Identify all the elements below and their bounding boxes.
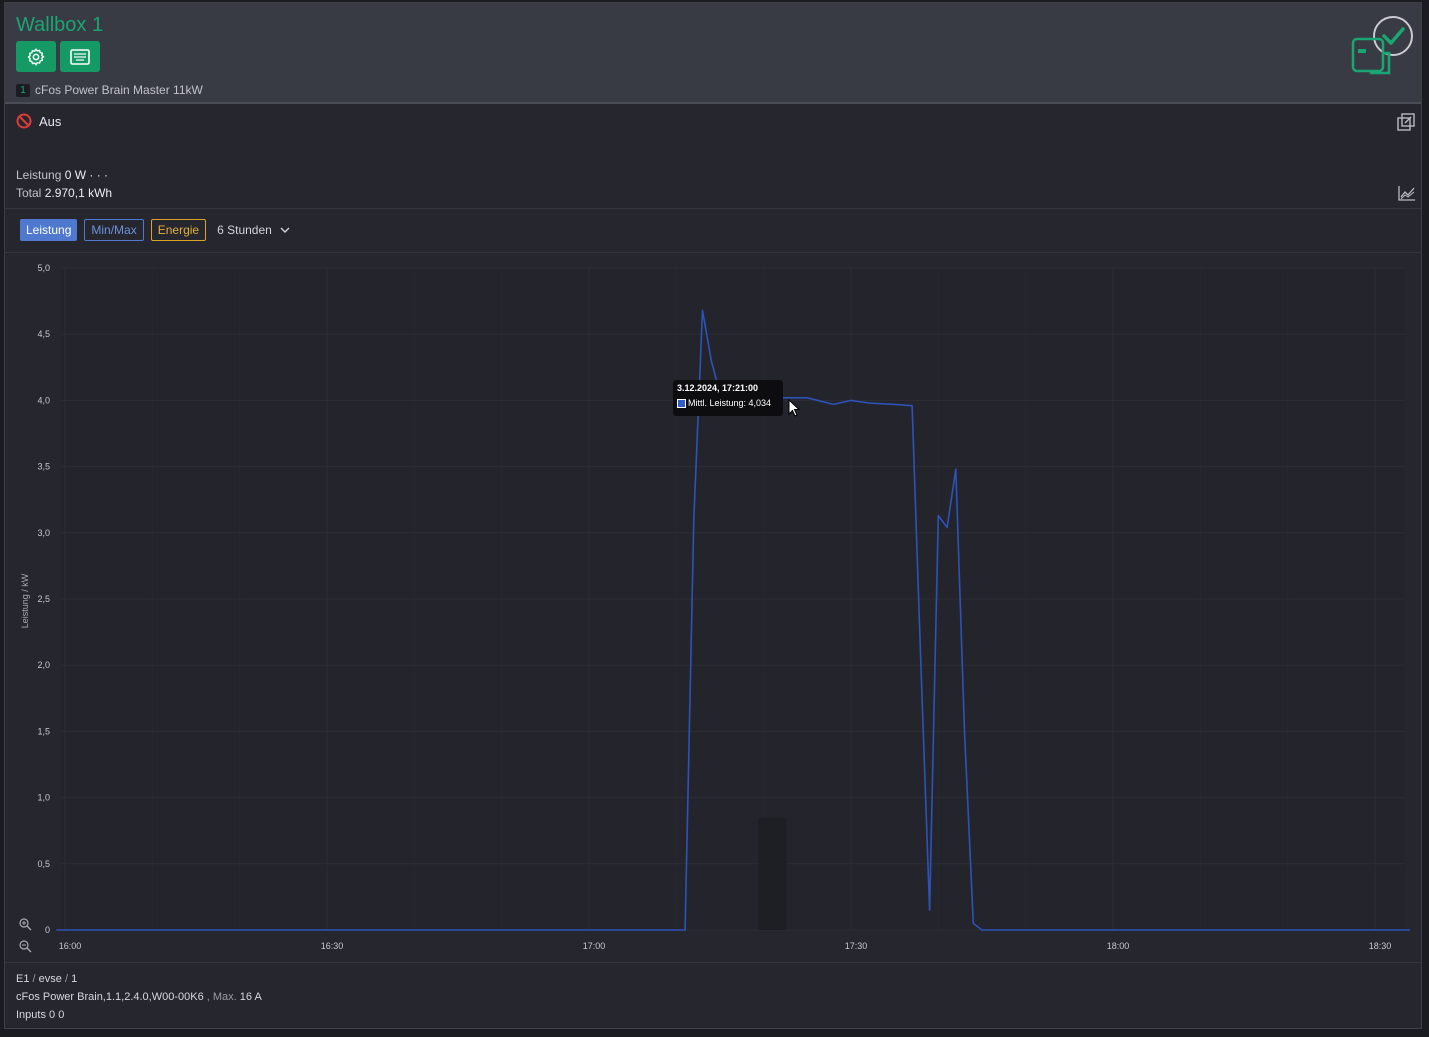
- tooltip-value: Mittl. Leistung: 4,034: [688, 398, 772, 408]
- x-tick-label: 17:00: [583, 941, 606, 951]
- charging-status: Aus: [16, 113, 61, 129]
- x-tick-label: 18:00: [1107, 941, 1130, 951]
- power-info: Leistung 0 W · · ·: [16, 168, 108, 182]
- wallbox-title[interactable]: Wallbox 1: [16, 14, 103, 37]
- device-info: cFos Power Brain,1.1,2.4.0,W00-00K6: [16, 991, 204, 1003]
- divider: [5, 962, 1421, 963]
- y-tick-label: 1,0: [37, 793, 50, 803]
- chart-toggle-icon[interactable]: [1398, 185, 1416, 201]
- zoom-in-icon[interactable]: [19, 918, 32, 931]
- max-label: , Max.: [206, 991, 237, 1003]
- hover-band: [758, 817, 787, 930]
- device-path: E1 / evse / 1: [16, 973, 78, 985]
- display-button[interactable]: [60, 41, 100, 72]
- y-tick-label: 0,5: [37, 859, 50, 869]
- x-tick-label: 18:30: [1369, 941, 1392, 951]
- wallbox-header: Wallbox 1 1 cFos Power Brain Master 11kW: [5, 3, 1421, 104]
- chart-tabs: Leistung Min/Max Energie 6 Stunden: [20, 219, 290, 241]
- zoom-out-icon[interactable]: [19, 940, 32, 953]
- inputs-value: 0 0: [49, 1009, 65, 1021]
- path-e1[interactable]: E1: [16, 973, 29, 985]
- tab-energie[interactable]: Energie: [150, 219, 207, 241]
- mouse-cursor-icon: [788, 399, 800, 417]
- total-label: Total: [16, 186, 42, 200]
- tab-minmax[interactable]: Min/Max: [84, 219, 144, 241]
- y-tick-label: 2,0: [37, 660, 50, 670]
- x-tick-label: 16:00: [59, 941, 82, 951]
- divider: [5, 252, 1421, 253]
- device-line: 1 cFos Power Brain Master 11kW: [16, 83, 203, 97]
- tab-leistung[interactable]: Leistung: [20, 219, 78, 241]
- time-range-value: 6 Stunden: [217, 223, 272, 237]
- y-tick-label: 2,5: [37, 594, 50, 604]
- device-details: cFos Power Brain,1.1,2.4.0,W00-00K6 , Ma…: [16, 991, 262, 1003]
- y-tick-label: 3,5: [37, 462, 50, 472]
- y-tick-label: 1,5: [37, 726, 50, 736]
- gear-icon: [27, 47, 45, 66]
- inputs-label: Inputs: [16, 1009, 46, 1021]
- y-tick-label: 4,0: [37, 395, 50, 405]
- wallbox-charging-icon: [1351, 16, 1413, 75]
- path-evse[interactable]: evse: [39, 973, 62, 985]
- total-info: Total 2.970,1 kWh: [16, 186, 112, 200]
- y-tick-label: 4,5: [37, 329, 50, 339]
- power-chart-svg[interactable]: 5,0 4,5 4,0 3,5 3,0 2,5 2,0 1,5 1,0 0,5 0 16:00 16:…: [5, 255, 1421, 963]
- keyboard-icon: [70, 48, 90, 65]
- total-value: 2.970,1 kWh: [44, 186, 113, 200]
- path-num[interactable]: 1: [71, 973, 77, 985]
- tooltip-date: 3.12.2024, 17:21:00: [677, 383, 759, 393]
- chart-tooltip: 3.12.2024, 17:21:00 Mittl. Leistung: 4,0…: [673, 380, 783, 416]
- x-tick-label: 17:30: [845, 941, 868, 951]
- device-number-badge: 1: [16, 83, 30, 97]
- inputs-info: Inputs 0 0: [16, 1009, 64, 1021]
- y-axis-label: Leistung / kW: [20, 573, 30, 628]
- tooltip-swatch: [677, 398, 686, 408]
- power-label: Leistung: [16, 168, 62, 182]
- settings-button[interactable]: [16, 41, 56, 72]
- power-chart[interactable]: 5,0 4,5 4,0 3,5 3,0 2,5 2,0 1,5 1,0 0,5 0 16:00 16:…: [5, 255, 1421, 963]
- wallbox-panel: Wallbox 1 1 cFos Power Brain Master 11kW: [4, 2, 1422, 1029]
- popout-icon[interactable]: [1396, 112, 1416, 132]
- max-value: 16 A: [239, 991, 262, 1003]
- x-tick-label: 16:30: [321, 941, 344, 951]
- y-tick-label: 5,0: [37, 263, 50, 273]
- power-value: 0 W · · ·: [64, 168, 109, 182]
- y-tick-label: 3,0: [37, 528, 50, 538]
- chevron-down-icon: [280, 227, 290, 233]
- prohibited-icon: [16, 113, 32, 129]
- divider: [5, 208, 1421, 209]
- status-label: Aus: [39, 113, 62, 129]
- device-name: cFos Power Brain Master 11kW: [35, 83, 203, 97]
- y-tick-label: 0: [45, 925, 50, 935]
- time-range-select[interactable]: 6 Stunden: [217, 223, 290, 237]
